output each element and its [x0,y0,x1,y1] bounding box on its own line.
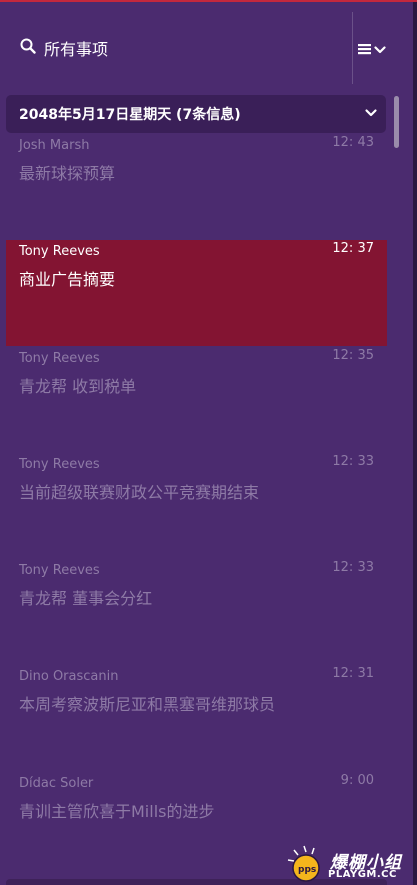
message-sender: Tony Reeves [19,457,100,472]
chevron-down-icon [374,40,386,59]
search-icon [20,38,44,58]
message-sender: Dino Orascanin [19,669,119,684]
message-subject: 最新球探预算 [19,164,116,183]
message-subject: 青龙帮 董事会分红 [19,589,153,608]
message-subject: 本周考察波斯尼亚和黑塞哥维那球员 [19,695,276,714]
search-filter-label: 所有事项 [44,40,109,59]
search-filter[interactable]: 所有事项 [20,36,108,60]
message-sender: Dídac Soler [19,776,94,791]
message-row[interactable]: Josh Marsh 12: 43 最新球探预算 [6,134,387,240]
list-menu-icon [358,40,371,59]
message-time: 12: 43 [332,135,374,150]
header-divider [352,12,353,84]
message-time: 12: 35 [332,348,374,363]
message-time: 9: 00 [340,773,374,788]
message-subject: 青龙帮 收到税单 [19,377,137,396]
message-subject: 商业广告摘要 [19,270,116,289]
watermark-badge: pps [298,865,316,875]
view-menu-button[interactable] [358,38,398,60]
message-sender: Tony Reeves [19,244,100,259]
message-sender: Tony Reeves [19,351,100,366]
message-row[interactable]: Tony Reeves 12: 33 青龙帮 董事会分红 [6,559,387,665]
message-sender: Josh Marsh [19,138,90,153]
scrollbar-thumb[interactable] [394,96,399,148]
message-time: 12: 33 [332,454,374,469]
message-subject: 当前超级联赛财政公平竞赛期结束 [19,483,260,502]
message-sender: Tony Reeves [19,563,100,578]
message-row[interactable]: Dino Orascanin 12: 31 本周考察波斯尼亚和黑塞哥维那球员 [6,665,387,771]
date-group-header[interactable]: 2048年5月17日星期天 (7条信息) [6,95,386,133]
panel-edge [413,2,417,885]
inbox-header: 所有事项 [0,2,417,84]
inbox-panel: 所有事项 2048年5月17日星期天 (7条信息) Josh Marsh 12:… [0,0,417,885]
date-group-label: 2048年5月17日星期天 (7条信息) [19,107,241,123]
message-row[interactable]: Tony Reeves 12: 35 青龙帮 收到税单 [6,347,387,453]
chevron-down-icon [364,106,378,124]
message-time: 12: 33 [332,560,374,575]
watermark-logo: pps 爆棚小组 PLAYGM.CC [284,842,412,884]
message-row-selected[interactable]: Tony Reeves 12: 37 商业广告摘要 [6,240,387,346]
message-time: 12: 31 [332,666,374,681]
message-time: 12: 37 [332,241,374,256]
message-row[interactable]: Tony Reeves 12: 33 当前超级联赛财政公平竞赛期结束 [6,453,387,559]
message-subject: 青训主管欣喜于Mills的进步 [19,802,215,821]
watermark-emblem-icon: pps [287,845,320,882]
watermark-brand-en: PLAYGM.CC [328,869,397,880]
